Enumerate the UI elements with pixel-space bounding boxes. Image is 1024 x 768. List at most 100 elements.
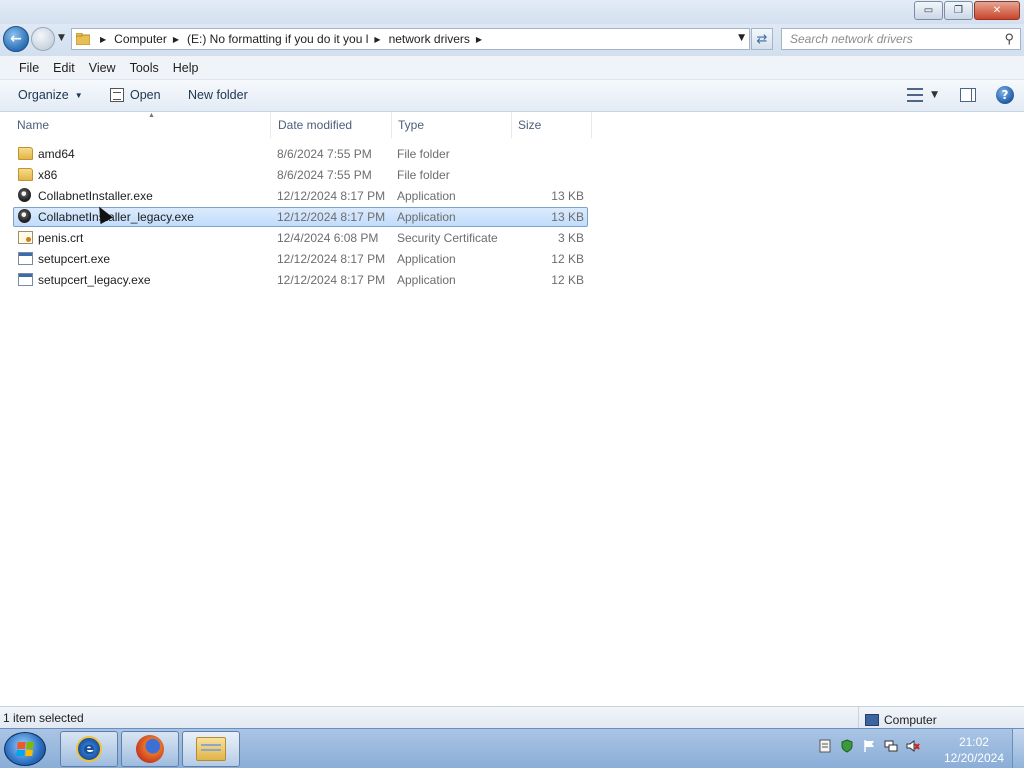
file-name: CollabnetInstaller.exe [38,189,153,203]
chevron-right-icon[interactable]: ▶ [173,35,179,44]
chevron-right-icon: ▶ [100,34,107,44]
installer-icon [18,188,31,202]
file-type: Application [397,210,456,224]
system-tray [818,739,920,753]
search-placeholder: Search network drivers [790,32,913,46]
refresh-button[interactable]: ⇄ [751,28,773,50]
organize-button[interactable]: Organize ▼ [18,88,83,102]
column-header-label: Date modified [278,118,353,132]
clock[interactable]: 21:02 12/20/2024 [944,734,1004,766]
breadcrumb-network-drivers[interactable]: network drivers ▶ [389,32,491,46]
maximize-button[interactable]: ❐ [944,1,973,20]
breadcrumb-computer[interactable]: Computer ▶ [114,32,187,46]
menu-bar: File Edit View Tools Help [0,56,1024,80]
taskbar-windows-explorer[interactable] [182,731,240,767]
file-date: 8/6/2024 7:55 PM [277,168,372,182]
file-name: amd64 [38,147,75,161]
breadcrumb-label: network drivers [388,32,470,46]
network-icon[interactable] [884,739,898,753]
folder-icon [72,29,94,49]
security-shield-icon[interactable] [840,739,854,753]
breadcrumb-label: Computer [114,32,167,46]
column-header-label: Size [518,118,542,132]
show-desktop-button[interactable] [1012,729,1024,768]
open-label: Open [130,88,161,102]
back-arrow-icon: ← [10,31,22,47]
file-row[interactable]: x86 8/6/2024 7:55 PM File folder [13,165,588,185]
column-header-size[interactable]: Size [512,112,592,138]
file-row[interactable]: setupcert_legacy.exe 12/12/2024 8:17 PM … [13,270,588,290]
close-button[interactable]: ✕ [974,1,1020,20]
preview-pane-icon[interactable] [960,88,976,102]
taskbar-firefox[interactable] [121,731,179,767]
open-icon [110,88,124,102]
clipboard-icon[interactable] [818,739,832,753]
location-status: Computer [858,707,937,728]
certificate-icon [18,231,33,244]
column-header-label: Type [398,118,425,132]
forward-button[interactable] [31,27,55,51]
title-bar: ▭ ❐ ✕ [0,0,1024,24]
file-date: 12/4/2024 6:08 PM [277,231,379,245]
chevron-right-icon[interactable]: ▶ [374,35,380,44]
file-type: Application [397,252,456,266]
windows-logo-icon [16,742,34,756]
file-type: Application [397,189,456,203]
taskbar-internet-explorer[interactable]: e [60,731,118,767]
search-input[interactable]: Search network drivers ⚲ [781,28,1021,50]
location-label: Computer [884,712,937,727]
start-button[interactable] [4,732,46,766]
file-date: 12/12/2024 8:17 PM [277,252,386,266]
minimize-button[interactable]: ▭ [914,1,943,20]
file-type: File folder [397,147,450,161]
column-header-label: Name [17,118,50,132]
refresh-icon: ⇄ [756,31,768,47]
file-size: 13 KB [551,210,584,224]
volume-muted-icon[interactable] [906,739,920,753]
file-type: Security Certificate [397,231,498,245]
chevron-down-icon[interactable]: ▼ [931,90,938,100]
file-date: 12/12/2024 8:17 PM [277,210,386,224]
menu-help[interactable]: Help [166,61,206,75]
breadcrumb-drive[interactable]: (E:) No formatting if you do it you l ▶ [187,32,389,46]
file-type: File folder [397,168,450,182]
command-bar: Organize ▼ Open New folder ▼ ? [0,80,1024,112]
file-row[interactable]: penis.crt 12/4/2024 6:08 PM Security Cer… [13,228,588,248]
search-icon[interactable]: ⚲ [1004,31,1014,47]
status-bar: 1 item selected Computer [0,706,1024,728]
help-icon[interactable]: ? [996,86,1014,104]
file-row[interactable]: CollabnetInstaller.exe 12/12/2024 8:17 P… [13,186,588,206]
breadcrumb-root-arrow[interactable]: ▶ [94,35,114,44]
back-button[interactable]: ← [3,26,29,52]
file-row[interactable]: setupcert.exe 12/12/2024 8:17 PM Applica… [13,249,588,269]
menu-view[interactable]: View [82,61,123,75]
open-button[interactable]: Open [110,88,161,102]
column-header-date[interactable]: Date modified [272,112,392,138]
folder-icon [18,168,33,181]
clock-date: 12/20/2024 [943,751,1004,765]
computer-icon [865,713,879,726]
file-name: setupcert_legacy.exe [38,273,151,287]
application-icon [18,273,33,286]
address-bar[interactable]: ▶ Computer ▶ (E:) No formatting if you d… [71,28,750,50]
menu-tools[interactable]: Tools [123,61,166,75]
column-header-name[interactable]: Name ▲ [11,112,271,138]
recent-pages-dropdown[interactable]: ▼ [58,33,65,43]
address-dropdown-icon[interactable]: ▼ [738,33,745,43]
file-name: CollabnetInstaller_legacy.exe [38,210,194,224]
menu-file[interactable]: File [12,61,46,75]
windows-explorer-icon [196,737,226,761]
menu-edit[interactable]: Edit [46,61,82,75]
application-icon [18,252,33,265]
new-folder-button[interactable]: New folder [188,88,248,102]
file-type: Application [397,273,456,287]
file-row[interactable]: amd64 8/6/2024 7:55 PM File folder [13,144,588,164]
views-icon [907,88,924,102]
change-view-button[interactable]: ▼ [907,88,938,102]
column-header-type[interactable]: Type [392,112,512,138]
view-tools: ▼ ? [907,86,1014,104]
file-size: 12 KB [551,273,584,287]
chevron-right-icon[interactable]: ▶ [476,35,482,44]
action-center-flag-icon[interactable] [862,739,876,753]
firefox-icon [136,735,164,763]
